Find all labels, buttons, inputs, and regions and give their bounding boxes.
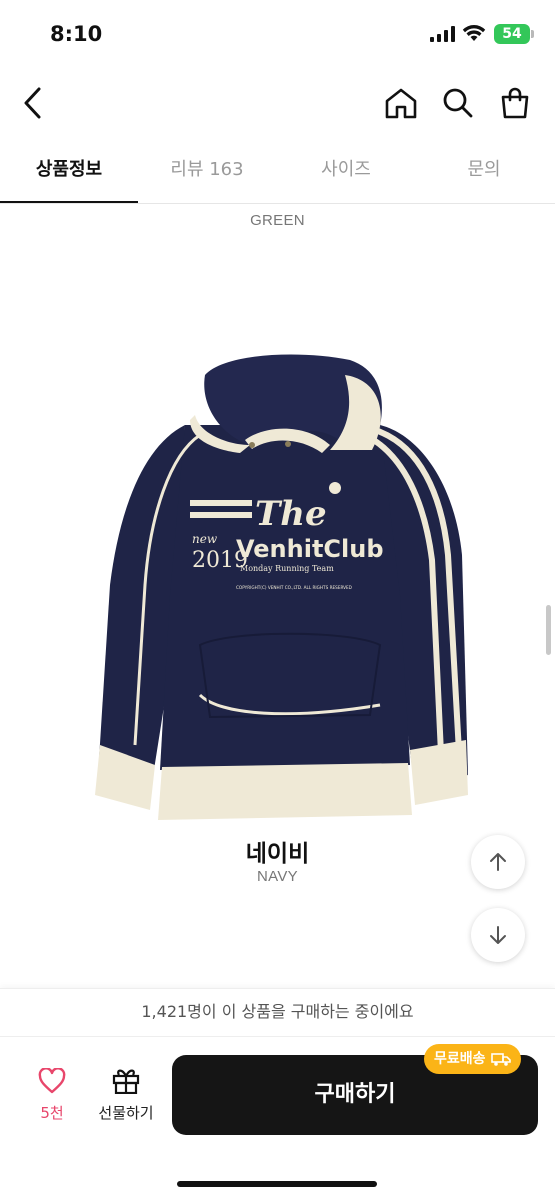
- truck-icon: [490, 1053, 511, 1066]
- like-button[interactable]: 5천: [24, 1067, 80, 1123]
- status-time: 8:10: [50, 22, 103, 46]
- previous-color-label: GREEN: [250, 212, 305, 229]
- tab-size[interactable]: 사이즈: [277, 140, 415, 201]
- top-navigation: [0, 70, 555, 136]
- home-button[interactable]: [378, 80, 424, 126]
- free-shipping-label: 무료배송: [434, 1051, 486, 1067]
- home-icon: [385, 88, 417, 119]
- gift-button[interactable]: 선물하기: [88, 1066, 164, 1123]
- battery-indicator: 54: [494, 24, 530, 44]
- tab-inquiry[interactable]: 문의: [415, 140, 553, 201]
- cellular-signal-icon: [430, 26, 455, 42]
- shopping-bag-icon: [501, 87, 529, 119]
- gift-icon: [112, 1069, 140, 1095]
- battery-tip: [531, 30, 534, 38]
- buyer-count-note: 1,421명이 이 상품을 구매하는 중이에요: [0, 988, 555, 1037]
- search-button[interactable]: [435, 80, 481, 126]
- scroll-top-button[interactable]: [471, 835, 525, 889]
- free-shipping-badge: 무료배송: [424, 1044, 521, 1074]
- product-tabs: 상품정보 리뷰 163 사이즈 문의: [0, 140, 555, 204]
- scroll-bottom-button[interactable]: [471, 908, 525, 962]
- gift-label: 선물하기: [98, 1104, 154, 1122]
- back-icon: [24, 87, 41, 119]
- search-icon: [443, 88, 473, 118]
- print-team: Monday Running Team: [240, 564, 334, 573]
- like-count: 5천: [40, 1104, 64, 1122]
- print-copyright: COPYRIGHT(C) VENHIT CO.,LTD. ALL RIGHTS …: [236, 585, 352, 590]
- back-button[interactable]: [10, 80, 56, 126]
- print-club: VenhitClub: [236, 535, 384, 563]
- cart-button[interactable]: [492, 80, 538, 126]
- arrow-down-icon: [490, 926, 506, 944]
- product-image-hoodie: The new 2019 VenhitClub Monday Running T…: [95, 354, 468, 820]
- tab-reviews[interactable]: 리뷰 163: [138, 140, 276, 201]
- print-new: new: [192, 532, 218, 546]
- scrollbar[interactable]: [546, 605, 551, 655]
- home-indicator: [177, 1181, 377, 1187]
- print-the: The: [255, 494, 327, 534]
- wifi-icon: [462, 25, 486, 41]
- arrow-up-icon: [490, 853, 506, 871]
- status-bar: 8:10 54: [0, 0, 555, 70]
- tab-product-info[interactable]: 상품정보: [0, 140, 138, 203]
- heart-icon: [38, 1067, 66, 1094]
